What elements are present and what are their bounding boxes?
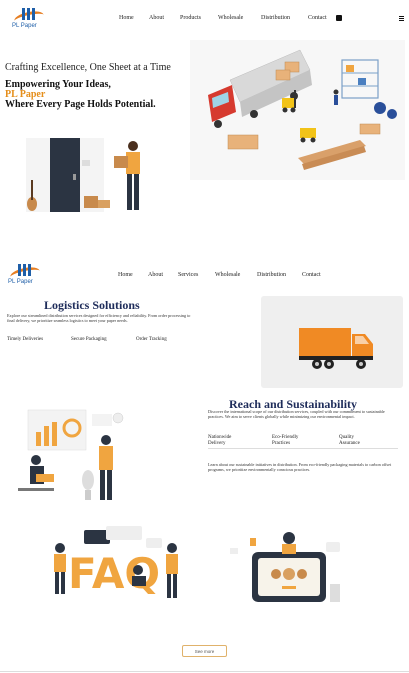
logo-bars-icon bbox=[18, 264, 32, 276]
nav-contact[interactable]: Contact bbox=[308, 15, 336, 21]
nav2-home[interactable]: Home bbox=[118, 272, 148, 278]
nav2-about[interactable]: About bbox=[148, 272, 178, 278]
feature-secure-packaging: Secure Packaging bbox=[71, 337, 107, 342]
feature-timely-deliveries: Timely Deliveries bbox=[7, 337, 44, 342]
nav-home[interactable]: Home bbox=[119, 15, 149, 21]
feature-eco-friendly-practices: Eco-Friendly Practices bbox=[272, 435, 299, 449]
see-more-button[interactable]: See more bbox=[182, 645, 227, 657]
logistics-description: Explore our streamlined distribution ser… bbox=[7, 313, 191, 324]
nav2-wholesale[interactable]: Wholesale bbox=[215, 272, 257, 278]
hero-headline-2: Where Every Page Holds Potential. bbox=[5, 99, 156, 110]
delivery-illustration bbox=[26, 138, 140, 212]
feature-order-tracking: Order Tracking bbox=[136, 337, 167, 342]
feature-underline bbox=[208, 448, 398, 449]
brand-name-2: PL Paper bbox=[8, 279, 33, 285]
truck-card bbox=[261, 296, 403, 388]
warehouse-illustration bbox=[190, 40, 405, 180]
faq-letters: FAQ bbox=[68, 549, 160, 598]
reach-description: Discover the international scope of our … bbox=[208, 409, 385, 420]
menu-icon[interactable] bbox=[399, 16, 404, 21]
feature-quality-assurance: Quality Assurance bbox=[339, 435, 360, 446]
cart-icon[interactable] bbox=[336, 15, 342, 21]
nav2-distribution[interactable]: Distribution bbox=[257, 272, 302, 278]
mobile-shopping-illustration bbox=[230, 532, 340, 602]
nav-wholesale[interactable]: Wholesale bbox=[218, 15, 261, 21]
analytics-illustration bbox=[18, 409, 124, 500]
logistics-title: Logistics Solutions bbox=[44, 298, 140, 312]
footer-divider bbox=[0, 671, 409, 672]
nav-distribution[interactable]: Distribution bbox=[261, 15, 308, 21]
nav-products[interactable]: Products bbox=[180, 15, 218, 21]
secondary-nav: Home About Services Wholesale Distributi… bbox=[118, 272, 332, 278]
brand-logo[interactable]: PL Paper bbox=[10, 6, 50, 32]
truck-icon bbox=[299, 328, 373, 369]
brand-name: PL Paper bbox=[12, 23, 37, 29]
brand-logo-2[interactable]: PL Paper bbox=[6, 262, 46, 288]
main-nav: Home About Products Wholesale Distributi… bbox=[119, 15, 336, 21]
nav2-services[interactable]: Services bbox=[178, 272, 215, 278]
faq-illustration: FAQ bbox=[54, 526, 178, 598]
nav-about[interactable]: About bbox=[149, 15, 180, 21]
hero-tagline: Crafting Excellence, One Sheet at a Time bbox=[5, 62, 171, 73]
feature-nationwide-delivery: Nationwide Delivery bbox=[208, 435, 232, 446]
nav2-contact[interactable]: Contact bbox=[302, 272, 332, 278]
reach-more-text: Learn about our sustainable initiatives … bbox=[208, 462, 392, 473]
logo-bars-icon bbox=[22, 8, 36, 20]
